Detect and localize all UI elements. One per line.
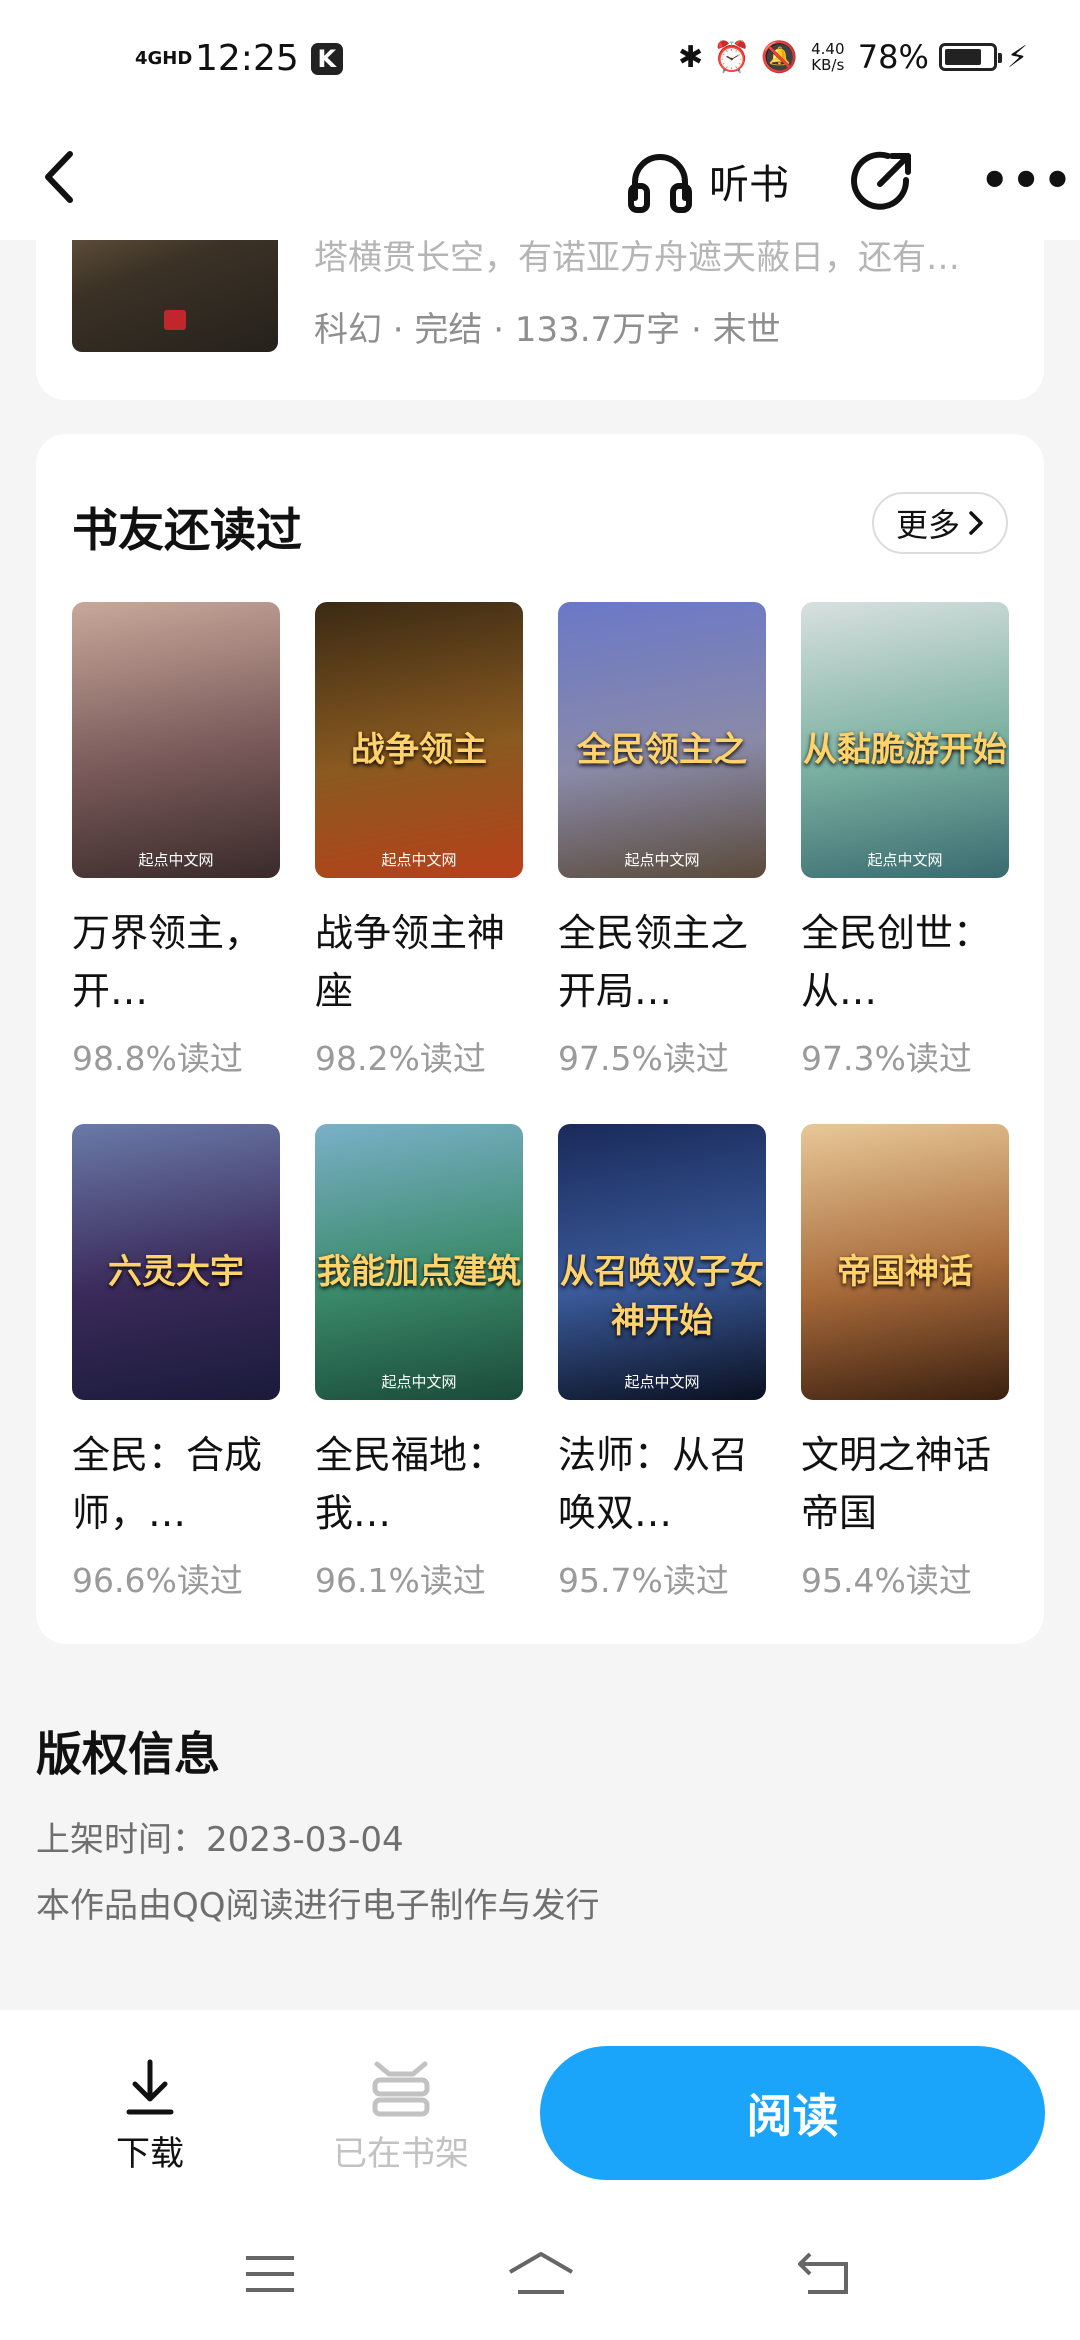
release-date: 上架时间：2023-03-04 <box>36 1820 404 1860</box>
book-title: 文明之神话帝国 <box>801 1433 992 1535</box>
read-button[interactable]: 阅读 <box>540 2046 1045 2180</box>
app-notification-icon: K <box>310 42 343 75</box>
book-item[interactable]: 起点中文网万界领主，开… 98.8%读过 <box>72 602 280 1080</box>
share-icon <box>851 151 911 210</box>
share-button[interactable] <box>848 146 918 216</box>
clock: 12:25 <box>195 38 299 79</box>
book-item[interactable]: 全民领主之起点中文网全民领主之开局… 97.5%读过 <box>558 602 766 1080</box>
book-cover[interactable]: 六灵大宇 <box>72 1124 280 1400</box>
cover-publisher: 起点中文网 <box>381 851 457 869</box>
book-title: 万界领主，开… <box>72 911 263 1013</box>
read-percentage: 97.3%读过 <box>801 1039 972 1078</box>
cover-publisher: 起点中文网 <box>867 851 943 869</box>
cover-publisher: 起点中文网 <box>381 1373 457 1391</box>
download-button[interactable]: 下载 <box>110 2058 190 2175</box>
book-title: 法师：从召唤双… <box>558 1433 749 1535</box>
network-indicator: 4GHD <box>135 47 193 69</box>
cover-title: 帝国神话 <box>837 1252 973 1292</box>
bookshelf-button[interactable]: 已在书架 <box>326 2058 476 2175</box>
cover-title: 我能加点建筑 <box>317 1252 521 1292</box>
book-title: 全民创世：从… <box>801 911 992 1013</box>
copyright-note: 本作品由QQ阅读进行电子制作与发行 <box>36 1886 600 1926</box>
battery-icon <box>938 43 1002 71</box>
cover-publisher: 起点中文网 <box>138 851 214 869</box>
listen-label: 听书 <box>709 162 789 208</box>
book-item[interactable]: 六灵大宇全民：合成师，… 96.6%读过 <box>72 1124 280 1602</box>
book-cover[interactable]: 从召唤双子女神开始起点中文网 <box>558 1124 766 1400</box>
bookshelf-icon <box>372 2061 430 2117</box>
read-percentage: 98.2%读过 <box>315 1039 486 1078</box>
book-title: 全民福地：我… <box>315 1433 506 1535</box>
menu-icon[interactable] <box>244 2254 296 2294</box>
alarm-icon: ⏰ <box>713 39 751 75</box>
book-cover[interactable]: 我能加点建筑起点中文网 <box>315 1124 523 1400</box>
more-options-icon[interactable]: ••• <box>980 150 1072 210</box>
book-item[interactable]: 帝国神话文明之神话帝国 95.4%读过 <box>801 1124 1009 1602</box>
bookshelf-label: 已在书架 <box>333 2134 469 2174</box>
more-button[interactable]: 更多 <box>871 492 1008 554</box>
copyright-title: 版权信息 <box>36 1727 220 1781</box>
back-nav-icon[interactable] <box>796 2250 852 2296</box>
chevron-right-icon <box>969 511 983 535</box>
bluetooth-icon: ✱ <box>677 39 704 75</box>
download-label: 下载 <box>116 2134 184 2174</box>
publisher-logo-icon <box>164 310 186 330</box>
charging-icon: ⚡ <box>1006 39 1028 75</box>
top-bar: 听书 ••• <box>0 120 1080 240</box>
book-title: 全民领主之开局… <box>558 911 749 1013</box>
book-item[interactable]: 我能加点建筑起点中文网全民福地：我… 96.1%读过 <box>315 1124 523 1602</box>
cover-title: 从召唤双子女神开始 <box>560 1252 764 1341</box>
book-title: 战争领主神座 <box>315 911 506 1013</box>
battery-percent: 78% <box>857 38 929 76</box>
book-cover[interactable]: 战争领主 起点中文网 <box>315 602 523 878</box>
book-item[interactable]: 从召唤双子女神开始起点中文网法师：从召唤双… 95.7%读过 <box>558 1124 766 1602</box>
section-title: 书友还读过 <box>72 503 302 557</box>
system-navigation-bar <box>0 2200 1080 2340</box>
read-percentage: 98.8%读过 <box>72 1039 243 1078</box>
back-arrow-icon <box>45 151 73 203</box>
book-meta: 科幻 · 完结 · 133.7万字 · 末世 <box>314 310 781 350</box>
listen-button[interactable]: 听书 <box>625 148 789 214</box>
book-cover[interactable]: 从黏脆游开始起点中文网 <box>801 602 1009 878</box>
download-icon <box>126 2059 174 2115</box>
home-icon[interactable] <box>506 2250 576 2296</box>
cover-title: 战争领主 <box>351 730 487 770</box>
book-title: 全民：合成师，… <box>72 1433 263 1535</box>
recommendations-card: 书友还读过 更多 起点中文网 万界领主，开… 98.8%读过 战争领主 起点中文网 战争领… <box>36 434 1044 1644</box>
book-cover[interactable]: 起点中文网 <box>72 602 280 878</box>
read-percentage: 96.1%读过 <box>315 1561 486 1600</box>
book-item[interactable]: 战争领主起点中文网战争领主神座 98.2%读过 <box>315 602 523 1080</box>
back-button[interactable] <box>30 142 90 212</box>
read-percentage: 96.6%读过 <box>72 1561 243 1600</box>
cover-publisher: 起点中文网 <box>624 851 700 869</box>
cover-title: 六灵大宇 <box>108 1252 244 1292</box>
cover-publisher: 起点中文网 <box>624 1373 700 1391</box>
bottom-action-bar: 下载 已在书架 阅读 <box>0 2010 1080 2200</box>
read-percentage: 97.5%读过 <box>558 1039 729 1078</box>
read-percentage: 95.7%读过 <box>558 1561 729 1600</box>
headphones-icon <box>628 154 692 213</box>
cover-title: 从黏脆游开始 <box>803 730 1007 770</box>
mute-icon: 🔕 <box>760 39 798 75</box>
book-cover[interactable]: 全民领主之起点中文网 <box>558 602 766 878</box>
cover-title: 全民领主之 <box>577 730 747 770</box>
book-cover[interactable]: 帝国神话 <box>801 1124 1009 1400</box>
book-item[interactable]: 从黏脆游开始起点中文网全民创世：从… 97.3%读过 <box>801 602 1009 1080</box>
more-label: 更多 <box>895 506 960 544</box>
status-bar: 4GHD 12:25 K ✱ ⏰ 🔕 4.40 KB/s 78% ⚡ <box>0 0 1080 120</box>
network-speed: 4.40 KB/s <box>811 40 845 74</box>
read-percentage: 95.4%读过 <box>801 1561 972 1600</box>
